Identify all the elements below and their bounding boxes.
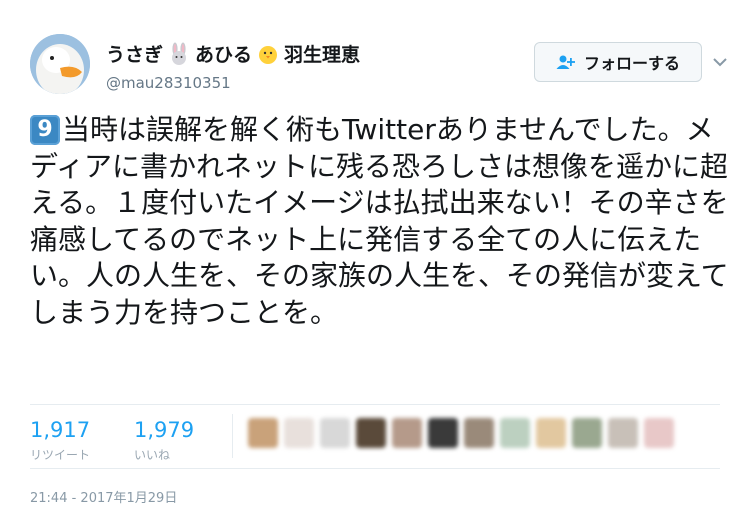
rabbit-icon: [172, 42, 187, 65]
liker-avatar[interactable]: [320, 418, 350, 448]
liker-avatar[interactable]: [392, 418, 422, 448]
chick-icon: [259, 45, 278, 64]
keycap-9-icon: 9: [30, 115, 60, 145]
liker-avatar[interactable]: [248, 418, 278, 448]
liker-avatar[interactable]: [644, 418, 674, 448]
add-user-icon: [556, 55, 575, 69]
user-display-name[interactable]: うさぎ あひる 羽生理恵: [106, 40, 360, 67]
liker-avatar[interactable]: [356, 418, 386, 448]
liker-avatar[interactable]: [536, 418, 566, 448]
divider: [232, 414, 233, 458]
liker-avatar[interactable]: [464, 418, 494, 448]
tweet-timestamp[interactable]: 21:44 - 2017年1月29日: [30, 487, 177, 506]
liker-avatar[interactable]: [284, 418, 314, 448]
follow-button[interactable]: フォローする: [534, 42, 702, 82]
user-handle[interactable]: @mau28310351: [106, 74, 231, 92]
liker-avatars: [248, 418, 674, 448]
chevron-down-icon[interactable]: [712, 54, 728, 70]
tweet-body: 当時は誤解を解く術もTwitterありませんでした。メディアに書かれネットに残る…: [30, 113, 729, 329]
duck-avatar-icon: [30, 34, 90, 94]
liker-avatar[interactable]: [608, 418, 638, 448]
like-count-label: いいね: [134, 448, 171, 462]
user-name-part2: あひる: [195, 44, 253, 66]
retweet-count[interactable]: 1,917 リツイート: [30, 418, 90, 463]
retweet-count-value: 1,917: [30, 418, 91, 442]
liker-avatar[interactable]: [500, 418, 530, 448]
divider: [30, 468, 720, 469]
user-name-part3: 羽生理恵: [284, 44, 361, 66]
tweet-text: 9 当時は誤解を解く術もTwitterありませんでした。メディアに書かれネットに残…: [30, 112, 730, 331]
liker-avatar[interactable]: [428, 418, 458, 448]
divider: [30, 404, 720, 405]
like-count[interactable]: 1,979 いいね: [134, 418, 194, 463]
user-name-part1: うさぎ: [106, 44, 164, 66]
like-count-value: 1,979: [134, 418, 195, 442]
retweet-count-label: リツイート: [30, 448, 91, 462]
liker-avatar[interactable]: [572, 418, 602, 448]
follow-button-label: フォローする: [583, 54, 680, 73]
user-avatar[interactable]: [30, 34, 90, 94]
